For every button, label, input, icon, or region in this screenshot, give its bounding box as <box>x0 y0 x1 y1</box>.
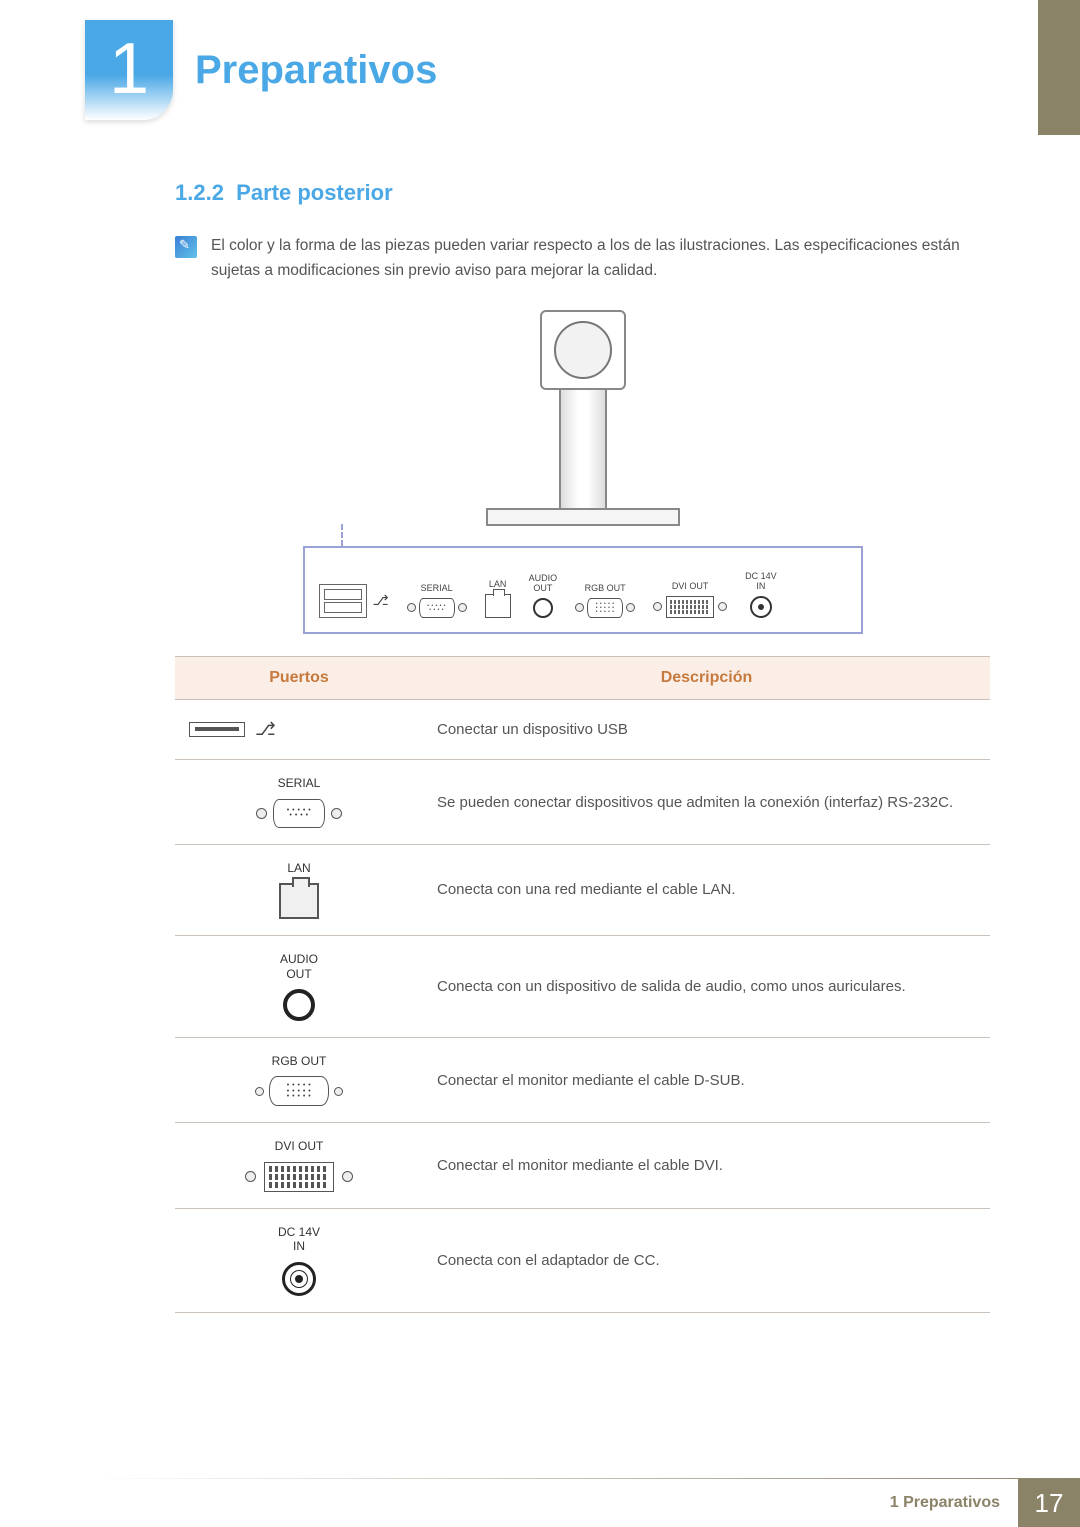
chapter-badge: 1 <box>85 20 173 120</box>
section-name: Parte posterior <box>236 180 393 205</box>
rear-ports-panel: ⎇ SERIAL • • • • •• • • • LAN AUDIO <box>303 546 863 634</box>
usb-cell: ⎇ <box>175 699 423 760</box>
rgb-port-icon: RGB OUT • • • • •• • • • •• • • • • <box>575 574 635 618</box>
rgb-desc: Conectar el monitor mediante el cable D-… <box>423 1038 990 1123</box>
lan-cell: LAN <box>175 844 423 935</box>
section-title: 1.2.2 Parte posterior <box>175 180 990 206</box>
note-row: El color y la forma de las piezas pueden… <box>175 234 990 284</box>
dc-cell: DC 14V IN <box>175 1208 423 1312</box>
dvi-desc: Conectar el monitor mediante el cable DV… <box>423 1123 990 1208</box>
dc-desc: Conecta con el adaptador de CC. <box>423 1208 990 1312</box>
content: 1.2.2 Parte posterior El color y la form… <box>0 120 1080 1313</box>
audio-desc: Conecta con un dispositivo de salida de … <box>423 936 990 1038</box>
table-row: AUDIO OUT Conecta con un dispositivo de … <box>175 936 990 1038</box>
header: 1 Preparativos <box>0 0 1080 120</box>
chapter-title: Preparativos <box>195 48 437 93</box>
section-number: 1.2.2 <box>175 180 224 205</box>
rear-diagram: ⎇ SERIAL • • • • •• • • • LAN AUDIO <box>175 310 990 634</box>
page: 1 Preparativos 1.2.2 Parte posterior El … <box>0 0 1080 1527</box>
table-row: LAN Conecta con una red mediante el cabl… <box>175 844 990 935</box>
lan-desc: Conecta con una red mediante el cable LA… <box>423 844 990 935</box>
serial-cell: SERIAL • • • • •• • • • <box>175 760 423 844</box>
footer-text: 1 Preparativos <box>890 1479 1018 1527</box>
table-row: SERIAL • • • • •• • • • Se pueden conect… <box>175 760 990 844</box>
audio-cell: AUDIO OUT <box>175 936 423 1038</box>
footer: 1 Preparativos 17 <box>0 1479 1080 1527</box>
usb-port-icon: ⎇ <box>319 560 389 618</box>
side-stripe <box>1038 0 1080 135</box>
serial-desc: Se pueden conectar dispositivos que admi… <box>423 760 990 844</box>
audio-port-icon: AUDIO OUT <box>529 574 558 618</box>
lan-port-icon: LAN <box>485 570 511 618</box>
serial-port-icon: SERIAL • • • • •• • • • <box>407 574 467 618</box>
table-row: DVI OUT Conectar el monitor mediante el … <box>175 1123 990 1208</box>
dc-port-icon: DC 14V IN <box>745 572 777 618</box>
dvi-cell: DVI OUT <box>175 1123 423 1208</box>
th-ports: Puertos <box>175 656 423 699</box>
dvi-port-icon: DVI OUT <box>653 572 727 618</box>
ports-table: Puertos Descripción ⎇ Conectar un dispos… <box>175 656 990 1313</box>
th-desc: Descripción <box>423 656 990 699</box>
footer-page: 17 <box>1018 1479 1080 1527</box>
usb-desc: Conectar un dispositivo USB <box>423 699 990 760</box>
note-text: El color y la forma de las piezas pueden… <box>211 234 990 284</box>
table-row: RGB OUT • • • • •• • • • •• • • • • Cone… <box>175 1038 990 1123</box>
table-row: DC 14V IN Conecta con el adaptador de CC… <box>175 1208 990 1312</box>
table-row: ⎇ Conectar un dispositivo USB <box>175 699 990 760</box>
chapter-number: 1 <box>85 28 173 110</box>
monitor-stand <box>303 310 863 526</box>
note-icon <box>175 236 197 258</box>
rgb-cell: RGB OUT • • • • •• • • • •• • • • • <box>175 1038 423 1123</box>
